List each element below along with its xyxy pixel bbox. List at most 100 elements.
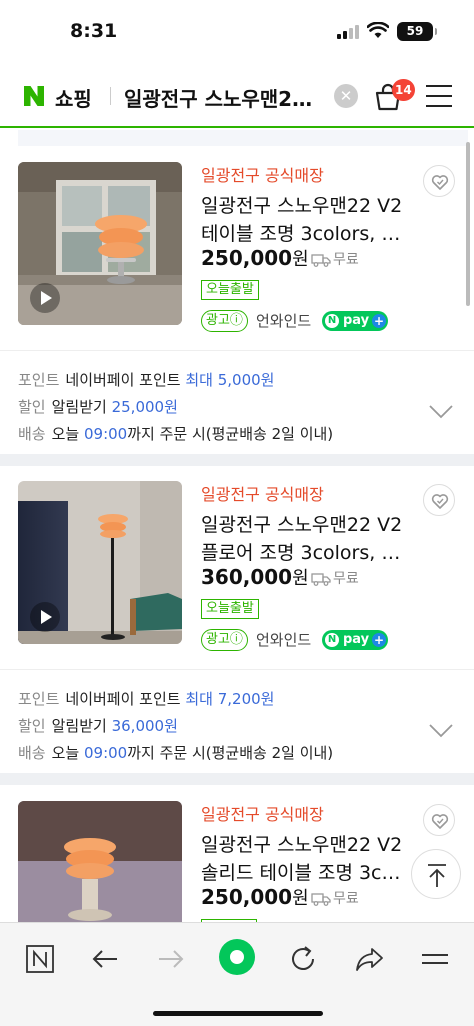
product-title-line2[interactable]: 솔리드 테이블 조명 3colors [201,859,411,887]
price-value: 360,000 [201,565,293,589]
product-card[interactable]: 일광전구 공식매장 일광전구 스노우맨22 V2 플로어 조명 3colors,… [0,481,474,797]
play-video-icon[interactable] [30,602,60,632]
product-card[interactable]: 일광전구 공식매장 일광전구 스노우맨22 V2 테이블 조명 3colors,… [0,162,474,478]
store-name[interactable]: 일광전구 공식매장 [201,801,324,825]
point-text: 네이버페이 포인트 [65,371,181,389]
back-arrow-icon[interactable] [87,941,123,977]
truck-icon [311,573,331,586]
product-image-table-lamp[interactable] [18,162,182,325]
cart-count-badge: 14 [392,79,415,101]
green-dot-search-icon[interactable] [217,937,257,977]
npay-label: pay [343,313,370,328]
product-title-line2[interactable]: 플로어 조명 3colors, 무선 충전 [201,539,411,567]
product-image-floor-lamp[interactable] [18,481,182,644]
previous-section-edge [18,130,468,146]
truck-icon [311,254,331,267]
wishlist-button[interactable] [423,484,455,516]
discount-row: 할인 알림받기 25,000원 [18,394,438,421]
delivery-time: 09:00 [84,425,128,443]
delivery-row: 배송 오늘 09:00까지 주문 시(평균배송 2일 이내) [18,740,438,767]
wishlist-button[interactable] [423,165,455,197]
shopping-brand[interactable]: 쇼핑 [55,83,92,112]
point-text: 네이버페이 포인트 [65,690,181,708]
product-image-solid-table-lamp[interactable] [18,801,182,922]
price-currency: 원 [292,249,309,270]
menu-lines-icon[interactable] [417,941,453,977]
divider [0,350,474,351]
product-title-line2[interactable]: 테이블 조명 3colors, 무선 충전 [201,220,411,248]
naver-home-icon[interactable] [22,941,58,977]
chevron-down-icon[interactable] [429,724,453,738]
product-title-line1[interactable]: 일광전구 스노우맨22 V2 [201,511,411,539]
shipping-info: 무료 [311,888,359,908]
store-name[interactable]: 일광전구 공식매장 [201,481,324,505]
chevron-down-icon[interactable] [429,405,453,419]
delivery-pre: 오늘 [51,744,80,762]
plus-icon: + [372,633,386,647]
benefit-info[interactable]: 포인트 네이버페이 포인트 최대 5,000원 할인 알림받기 25,000원 배송… [18,367,438,448]
npay-badge: Npay + [322,630,388,650]
benefit-info[interactable]: 포인트 네이버페이 포인트 최대 7,200원 할인 알림받기 36,000원 배송… [18,686,438,767]
heart-icon [431,494,449,509]
clear-search-button[interactable]: ✕ [334,84,358,108]
search-query[interactable]: 일광전구 스노우맨22 V2 [124,83,320,112]
product-title-line1[interactable]: 일광전구 스노우맨22 V2 [201,192,411,220]
naver-n-icon: N [325,314,339,328]
cellular-signal-icon [337,25,361,39]
discount-value: 36,000원 [111,717,178,735]
product-price: 250,000원 [201,245,309,271]
product-title-line1[interactable]: 일광전구 스노우맨22 V2 [201,831,411,859]
shipping-fee: 무료 [333,252,359,268]
refresh-icon[interactable] [285,941,321,977]
npay-badge: Npay + [322,311,388,331]
price-currency: 원 [292,888,309,909]
point-row: 포인트 네이버페이 포인트 최대 7,200원 [18,686,438,713]
point-row: 포인트 네이버페이 포인트 최대 5,000원 [18,367,438,394]
product-card[interactable]: 일광전구 공식매장 일광전구 스노우맨22 V2 솔리드 테이블 조명 3col… [0,801,474,922]
scroll-to-top-button[interactable] [411,849,461,899]
delivery-pre: 오늘 [51,425,80,443]
wifi-icon [367,22,389,38]
delivery-post: 까지 주문 시(평균배송 2일 이내) [127,744,334,762]
point-label: 포인트 [18,371,60,389]
discount-text: 알림받기 [51,398,107,416]
delivery-row: 배송 오늘 09:00까지 주문 시(평균배송 2일 이내) [18,421,438,448]
shipping-fee: 무료 [333,891,359,907]
heart-icon [431,814,449,829]
point-label: 포인트 [18,690,60,708]
seller-name[interactable]: 언와인드 [256,310,311,332]
section-divider [0,773,474,785]
npay-label: pay [343,632,370,647]
product-title[interactable]: 일광전구 스노우맨22 V2 테이블 조명 3colors, 무선 충전 [201,192,411,248]
product-title[interactable]: 일광전구 스노우맨22 V2 솔리드 테이블 조명 3colors [201,831,411,887]
product-title[interactable]: 일광전구 스노우맨22 V2 플로어 조명 3colors, 무선 충전 [201,511,411,567]
divider [0,669,474,670]
today-shipping-badge: 오늘출발 [201,280,259,300]
ad-label[interactable]: 광고ⓘ [201,310,248,332]
point-value: 최대 7,200원 [185,690,275,708]
shipping-info: 무료 [311,568,359,588]
search-header: 쇼핑 일광전구 스노우맨22 V2 ✕ 14 [0,64,474,128]
today-shipping-badge: 오늘출발 [201,599,259,619]
discount-label: 할인 [18,717,46,735]
ad-label[interactable]: 광고ⓘ [201,629,248,651]
seller-name[interactable]: 언와인드 [256,629,311,651]
heart-icon [431,175,449,190]
wishlist-button[interactable] [423,804,455,836]
product-price: 360,000원 [201,564,309,590]
header-divider [110,87,111,105]
battery-indicator: 59 [397,22,437,41]
play-video-icon[interactable] [30,283,60,313]
forward-arrow-icon [159,950,184,968]
discount-value: 25,000원 [111,398,178,416]
close-icon: ✕ [339,87,353,105]
naver-logo-icon[interactable] [22,84,46,108]
price-currency: 원 [292,568,309,589]
shipping-fee: 무료 [333,571,359,587]
share-icon[interactable] [351,941,387,977]
point-value: 최대 5,000원 [185,371,275,389]
store-name[interactable]: 일광전구 공식매장 [201,162,324,186]
hamburger-menu-icon[interactable] [426,85,452,107]
status-bar: 8:31 59 [0,0,474,64]
naver-n-icon: N [325,633,339,647]
